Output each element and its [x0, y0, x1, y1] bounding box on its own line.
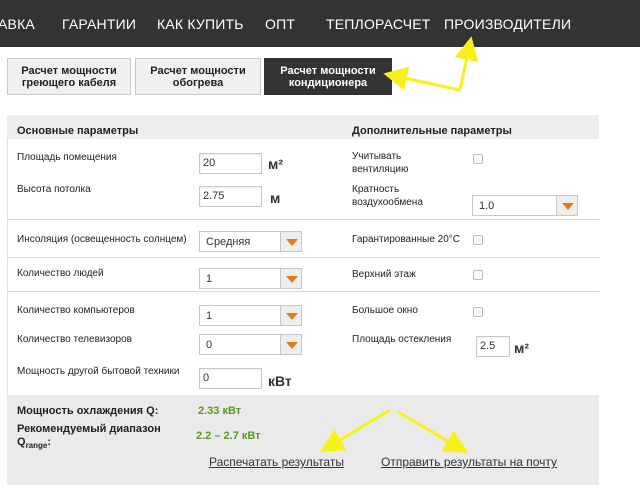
people-select[interactable]: 1 [199, 268, 302, 289]
arrow-to-conditioner-tab [383, 66, 461, 92]
area-input[interactable]: 20 [199, 153, 262, 174]
air-exchange-select[interactable]: 1.0 [472, 195, 578, 216]
extra-params-heading: Дополнительные параметры [352, 125, 512, 137]
air-exchange-value: 1.0 [479, 200, 495, 212]
computers-select[interactable]: 1 [199, 305, 302, 326]
tab-heating-power[interactable]: Расчет мощности обогрева [135, 58, 261, 95]
tab-conditioner-power[interactable]: Расчет мощности кондиционера [264, 58, 392, 95]
people-label: Количество людей [17, 268, 104, 279]
appliances-input[interactable]: 0 [199, 368, 262, 389]
arrow-to-manufacturers [454, 36, 479, 91]
people-value: 1 [206, 273, 213, 285]
print-results-link[interactable]: Распечатать результаты [209, 455, 344, 469]
row-divider [7, 291, 599, 292]
main-params-heading: Основные параметры [17, 125, 139, 137]
tab-cable-power[interactable]: Расчет мощности греющего кабеля [7, 58, 131, 95]
nav-item-manufacturers[interactable]: ПРОИЗВОДИТЕЛИ [444, 16, 571, 32]
nav-item-heat-calc[interactable]: ТЕПЛОРАСЧЕТ [326, 16, 431, 32]
nav-item-wholesale[interactable]: ОПТ [265, 16, 295, 32]
range-value: 2.2 – 2.7 кВт [196, 430, 261, 442]
area-unit: м² [268, 156, 284, 172]
insolation-select[interactable]: Средняя [199, 231, 302, 252]
email-results-link[interactable]: Отправить результаты на почту [381, 455, 557, 469]
chevron-down-icon[interactable] [280, 305, 302, 326]
nav-item-how-to-buy[interactable]: КАК КУПИТЬ [157, 16, 244, 32]
tvs-select[interactable]: 0 [199, 334, 302, 355]
row-divider [7, 219, 599, 220]
computers-label: Количество компьютеров [17, 305, 135, 316]
glazing-input[interactable]: 2.5 [476, 336, 510, 357]
height-label: Высота потолка [17, 184, 91, 195]
chevron-down-icon[interactable] [280, 334, 302, 355]
row-divider [7, 257, 599, 258]
top-navigation: АВКА ГАРАНТИИ КАК КУПИТЬ ОПТ ТЕПЛОРАСЧЕТ… [0, 0, 640, 47]
top-floor-label: Верхний этаж [352, 269, 416, 280]
insolation-label: Инсоляция (освещенность солнцем) [17, 234, 187, 245]
chevron-down-icon[interactable] [280, 268, 302, 289]
chevron-down-icon[interactable] [556, 195, 578, 216]
insolation-value: Средняя [206, 236, 251, 248]
guaranteed-checkbox[interactable] [473, 235, 483, 245]
big-window-label: Большое окно [352, 305, 418, 316]
tvs-value: 0 [206, 339, 213, 351]
glazing-label: Площадь остекления [352, 334, 452, 345]
nav-item-guarantees[interactable]: ГАРАНТИИ [62, 16, 136, 32]
tvs-label: Количество телевизоров [17, 334, 132, 345]
ventilation-checkbox[interactable] [473, 154, 483, 164]
top-floor-checkbox[interactable] [473, 270, 483, 280]
nav-item-order[interactable]: АВКА [0, 16, 35, 32]
range-label: Рекомендуемый диапазон [17, 423, 161, 435]
computers-value: 1 [206, 310, 213, 322]
big-window-checkbox[interactable] [473, 307, 483, 317]
glazing-unit: м² [514, 340, 530, 356]
appliances-label: Мощность другой бытовой техники [17, 366, 180, 377]
ventilation-label: Учитывать вентиляцию [352, 151, 409, 175]
power-label: Мощность охлаждения Q: [17, 405, 159, 417]
guaranteed-label: Гарантированные 20°С [352, 234, 461, 245]
height-unit: м [270, 190, 281, 206]
power-value: 2.33 кВт [198, 405, 242, 417]
height-input[interactable]: 2.75 [199, 186, 262, 207]
area-label: Площадь помещения [17, 152, 117, 163]
appliances-unit: кВт [268, 373, 292, 389]
chevron-down-icon[interactable] [280, 231, 302, 252]
air-exchange-label: Кратность воздухообмена [352, 184, 423, 208]
range-q-label: Qrange: [17, 436, 52, 451]
